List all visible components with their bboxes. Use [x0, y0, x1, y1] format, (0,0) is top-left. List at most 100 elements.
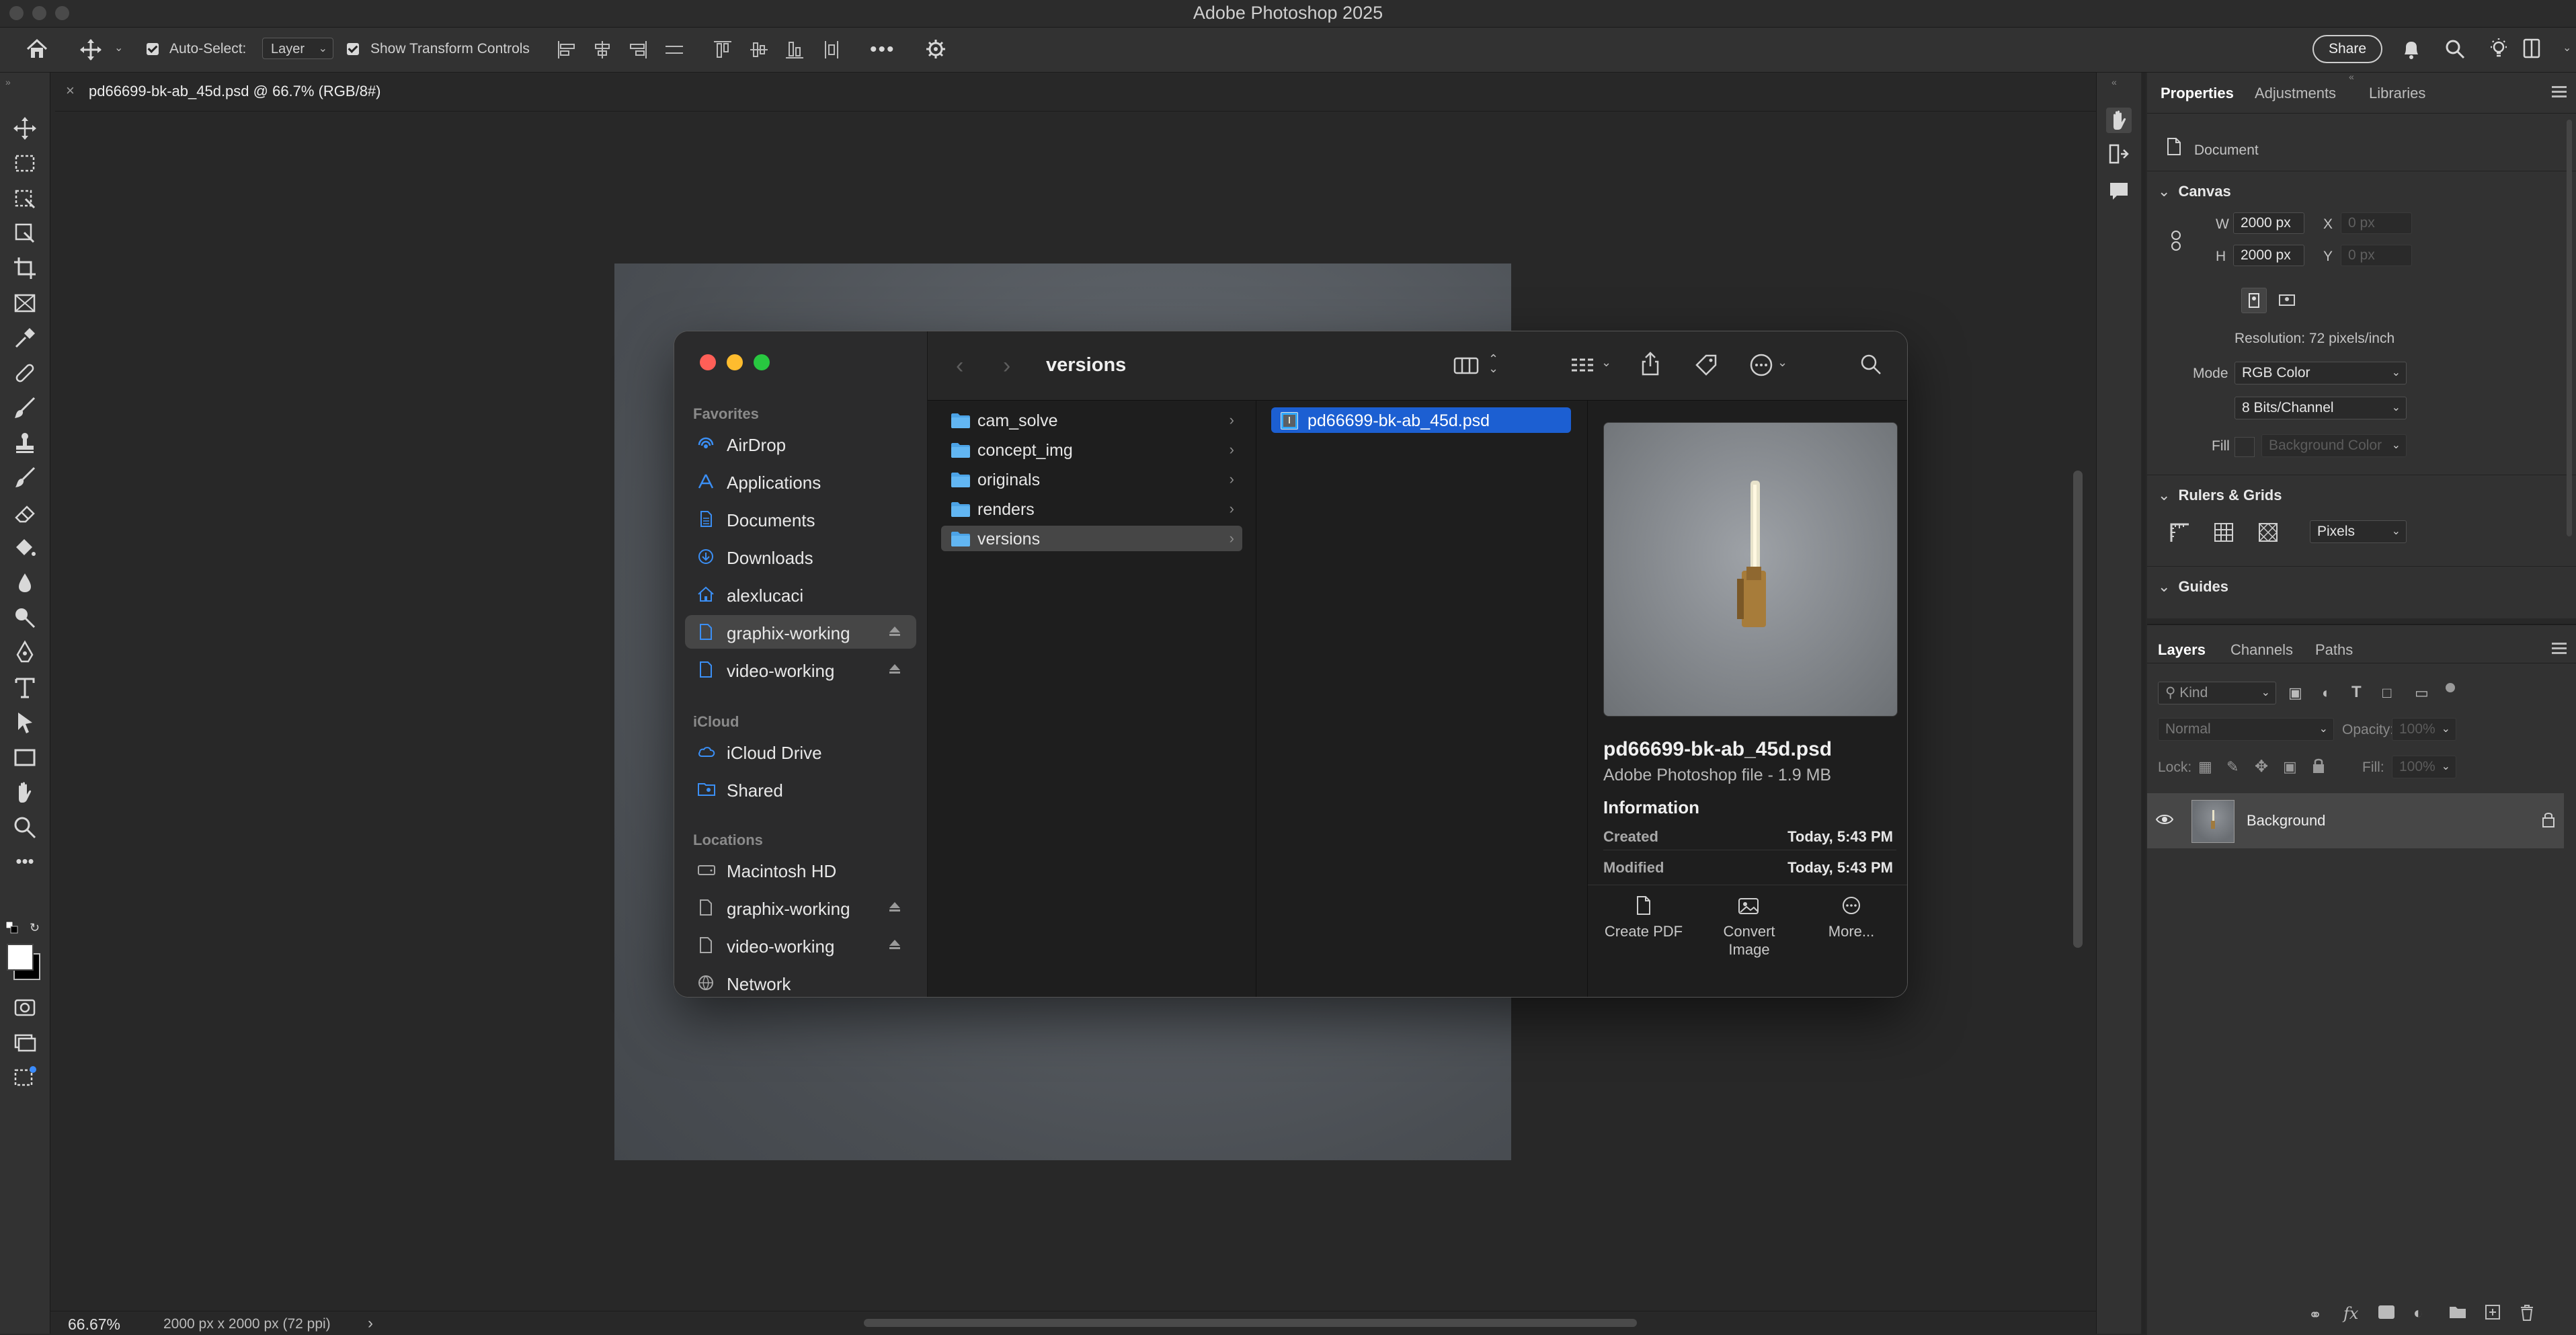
move-tool-preset-icon[interactable] [79, 38, 102, 61]
edit-toolbar-icon[interactable]: ••• [12, 851, 38, 877]
link-layers-icon[interactable]: ⚭ [2308, 1305, 2322, 1325]
finder-close-button[interactable] [700, 354, 716, 370]
eject-icon[interactable] [888, 624, 901, 638]
panel-menu-icon[interactable] [2552, 86, 2567, 100]
adjustment-layer-icon[interactable]: ◐ [2413, 1304, 2423, 1323]
filter-pixel-icon[interactable]: ▣ [2288, 684, 2302, 702]
layer-row[interactable]: Background [2147, 793, 2564, 848]
list-item[interactable]: renders › [941, 496, 1242, 522]
grid-icon[interactable] [2212, 520, 2236, 544]
collapse-panel-icon[interactable]: » [5, 77, 11, 87]
align-bottom-icon[interactable] [784, 40, 805, 60]
sidebar-item-documents[interactable]: Documents [685, 502, 916, 536]
layer-name[interactable]: Background [2247, 812, 2325, 830]
history-brush-tool-icon[interactable] [12, 465, 38, 491]
list-item[interactable]: pd66699-bk-ab_45d.psd [1271, 407, 1571, 433]
move-tool-icon[interactable] [12, 116, 38, 141]
trash-icon[interactable] [2520, 1304, 2534, 1322]
default-colors-icon[interactable] [5, 921, 19, 934]
generative-fill-icon[interactable] [12, 1065, 38, 1090]
lock-icon[interactable] [2541, 811, 2556, 828]
list-item[interactable]: cam_solve › [941, 407, 1242, 433]
tab-layers[interactable]: Layers [2158, 641, 2206, 659]
auto-select-dropdown[interactable]: Layer ⌄ [262, 38, 333, 59]
pixel-grid-icon[interactable] [2256, 520, 2280, 544]
dodge-tool-icon[interactable] [12, 605, 38, 631]
bell-icon[interactable] [2401, 38, 2421, 60]
filter-type-icon[interactable]: T [2351, 683, 2362, 702]
sidebar-item-home[interactable]: alexlucaci [685, 577, 916, 611]
history-icon[interactable] [2107, 143, 2130, 165]
panel-divider[interactable] [2142, 73, 2146, 1334]
screen-mode-icon[interactable] [12, 1030, 38, 1055]
pen-tool-icon[interactable] [12, 640, 38, 665]
add-mask-icon[interactable] [2378, 1305, 2394, 1319]
collapse-panel-icon[interactable]: « [2111, 77, 2117, 87]
convert-image-button[interactable]: Convert Image [1701, 895, 1798, 959]
more-button[interactable]: More... [1804, 895, 1898, 940]
path-selection-tool-icon[interactable] [12, 710, 38, 735]
landscape-orientation-icon[interactable] [2275, 288, 2299, 312]
new-group-icon[interactable] [2448, 1304, 2467, 1320]
tag-icon[interactable] [1694, 353, 1718, 377]
workspace-layout-icon[interactable] [2522, 37, 2541, 60]
sidebar-item-icloud-drive[interactable]: iCloud Drive [685, 735, 916, 768]
marquee-tool-icon[interactable] [12, 151, 38, 176]
tab-channels[interactable]: Channels [2230, 641, 2293, 659]
swap-colors-icon[interactable]: ↻ [30, 921, 43, 934]
filter-toggle-icon[interactable] [2446, 683, 2455, 692]
share-icon[interactable] [1640, 352, 1660, 377]
sidebar-item-applications[interactable]: Applications [685, 464, 916, 498]
canvas-section-header[interactable]: Canvas [2158, 183, 2230, 200]
chevron-down-icon[interactable]: ⌄ [1777, 356, 1787, 370]
create-pdf-button[interactable]: Create PDF [1597, 895, 1691, 940]
crop-tool-icon[interactable] [12, 255, 38, 281]
list-item[interactable]: originals › [941, 467, 1242, 492]
fill-select[interactable]: Background Color ⌄ [2261, 434, 2407, 457]
close-icon[interactable]: × [66, 82, 75, 99]
view-stepper-icon[interactable]: ⌃ ⌄ [1488, 353, 1498, 374]
search-icon[interactable] [2444, 38, 2466, 60]
lightbulb-icon[interactable] [2487, 37, 2510, 60]
sidebar-item-graphix-working-location[interactable]: graphix-working [685, 891, 916, 924]
more-options-icon[interactable]: ••• [870, 38, 895, 61]
auto-select-checkbox[interactable] [147, 43, 159, 55]
healing-brush-tool-icon[interactable] [12, 360, 38, 386]
lock-image-icon[interactable]: ✎ [2226, 758, 2239, 776]
eject-icon[interactable] [888, 938, 901, 951]
units-select[interactable]: Pixels ⌄ [2310, 520, 2407, 543]
rulers-grids-section-header[interactable]: Rulers & Grids [2158, 487, 2282, 504]
bit-depth-select[interactable]: 8 Bits/Channel ⌄ [2235, 397, 2407, 419]
tab-adjustments[interactable]: Adjustments [2255, 85, 2336, 102]
vertical-scrollbar[interactable] [2073, 471, 2083, 948]
tab-paths[interactable]: Paths [2315, 641, 2353, 659]
list-item[interactable]: versions › [941, 526, 1242, 551]
chevron-down-icon[interactable]: ⌄ [2563, 41, 2571, 54]
search-icon[interactable] [1859, 353, 1882, 376]
horizontal-scrollbar[interactable] [864, 1319, 1637, 1327]
chevron-down-icon[interactable]: ⌄ [1601, 356, 1611, 370]
new-layer-icon[interactable] [2485, 1304, 2501, 1320]
home-icon[interactable] [26, 38, 48, 60]
align-left-icon[interactable] [557, 40, 577, 60]
lock-artboard-icon[interactable]: ▣ [2283, 758, 2297, 776]
finder-minimize-button[interactable] [727, 354, 743, 370]
list-item[interactable]: concept_img › [941, 437, 1242, 462]
mode-select[interactable]: RGB Color ⌄ [2235, 362, 2407, 385]
sidebar-item-network[interactable]: Network [685, 966, 916, 997]
hand-tool-icon[interactable] [12, 780, 38, 805]
sidebar-item-airdrop[interactable]: AirDrop [685, 427, 916, 460]
ruler-icon[interactable] [2167, 520, 2191, 544]
fx-icon[interactable]: fx [2343, 1304, 2358, 1323]
tab-libraries[interactable]: Libraries [2369, 85, 2425, 102]
properties-scrollbar[interactable] [2567, 120, 2572, 536]
eject-icon[interactable] [888, 900, 901, 914]
clone-stamp-tool-icon[interactable] [12, 430, 38, 456]
rectangle-tool-icon[interactable] [12, 745, 38, 770]
x-field[interactable]: 0 px [2341, 212, 2412, 234]
back-icon[interactable]: ‹ [956, 353, 963, 379]
sidebar-item-video-working[interactable]: video-working [685, 653, 916, 686]
eyedropper-tool-icon[interactable] [12, 325, 38, 351]
filter-shape-icon[interactable]: □ [2382, 684, 2391, 702]
filter-adjustment-icon[interactable]: ◐ [2322, 684, 2331, 702]
